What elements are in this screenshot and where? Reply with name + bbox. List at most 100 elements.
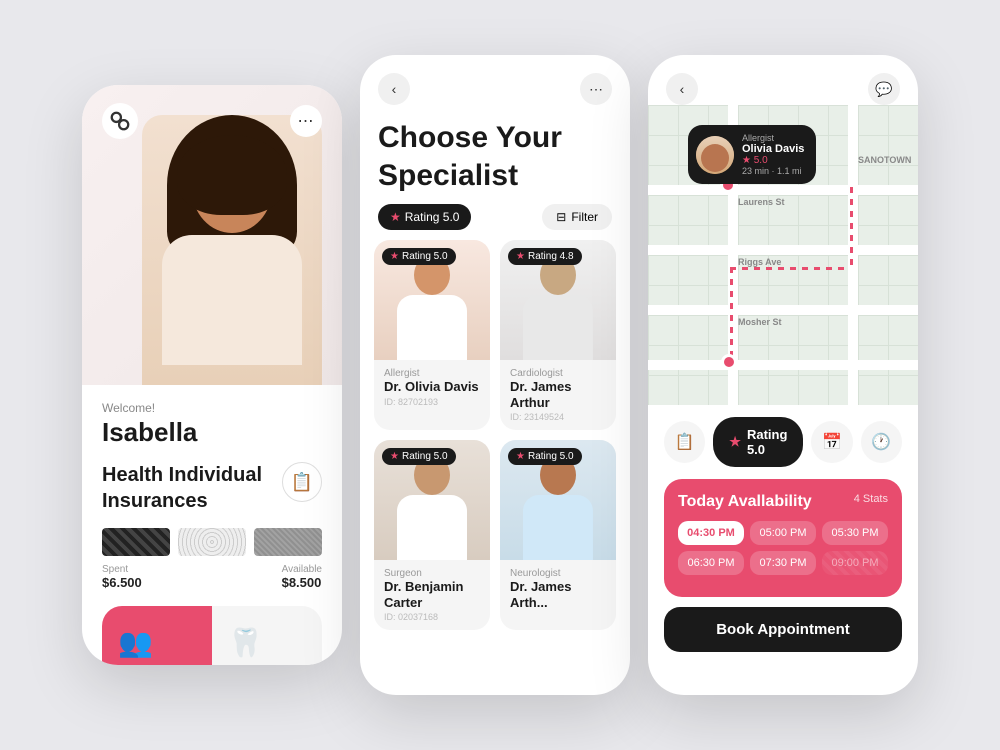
amounts-row: Spent $6.500 Available $8.500 <box>102 564 322 590</box>
filter-button[interactable]: ⊟ Filter <box>542 204 612 230</box>
route-line-v <box>850 187 853 267</box>
screen2-menu-button[interactable]: ⋯ <box>580 73 612 105</box>
logo-icon <box>102 103 138 139</box>
time-slot-6: 09:00 PM <box>822 551 888 575</box>
screen3-header: ‹ 💬 <box>648 55 918 105</box>
available-label: Available <box>282 564 322 575</box>
screen-3-phone: ‹ 💬 Laurens St Riggs Ave Mosher St SANOT… <box>648 55 918 695</box>
doctor-3-specialty: Surgeon <box>384 568 480 579</box>
welcome-label: Welcome! <box>102 401 322 415</box>
spent-value: $6.500 <box>102 575 142 590</box>
map-doctor-rating: ★ 5.0 <box>742 155 804 166</box>
star-icon: ★ <box>390 210 401 224</box>
dots-icon: ⋯ <box>589 81 603 98</box>
route-line-v2 <box>730 267 733 367</box>
tooth-icon: 🦷 <box>228 626 263 659</box>
map-doctor-time: 23 min · 1.1 mi <box>742 166 804 176</box>
insurance-progress-area: Spent $6.500 Available $8.500 👥 Family M… <box>82 514 342 665</box>
map-label-2: Riggs Ave <box>738 257 781 267</box>
bar-1 <box>102 528 170 556</box>
rating-badge-label: Rating 5.0 <box>405 210 460 224</box>
calendar-icon: 📅 <box>822 432 842 452</box>
screen2-back-button[interactable]: ‹ <box>378 73 410 105</box>
doctor-4-specialty: Neurologist <box>510 568 606 579</box>
screen1-content: Welcome! Isabella Health Individual Insu… <box>82 385 342 514</box>
time-slot-1[interactable]: 04:30 PM <box>678 521 744 545</box>
doctor-1-info: Allergist Dr. Olivia Davis ID: 82702193 <box>374 360 490 415</box>
calendar-action[interactable]: 📅 <box>811 421 852 463</box>
clipboard-icon-3: 📋 <box>675 432 695 452</box>
road-h2 <box>648 245 918 255</box>
doctor-2-specialty: Cardiologist <box>510 368 606 379</box>
user-name: Isabella <box>102 417 322 448</box>
screen-1-phone: ⋯ Welcome! Isabella Health Individual In… <box>82 85 342 665</box>
chat-icon: 💬 <box>875 81 892 98</box>
map-doctor-avatar <box>696 136 734 174</box>
map-doctor-info: Allergist Olivia Davis ★ 5.0 23 min · 1.… <box>742 133 804 176</box>
doctor-2-name: Dr. James Arthur <box>510 379 606 410</box>
category-cards: 👥 Family Medicine 🦷 Dental Medicine <box>102 606 322 665</box>
rating-pill-label: Rating 5.0 <box>747 427 787 457</box>
doctor-1-id: ID: 82702193 <box>384 397 480 407</box>
action-row: 📋 ★ Rating 5.0 📅 🕐 <box>664 417 902 467</box>
app-container: ⋯ Welcome! Isabella Health Individual In… <box>62 35 938 715</box>
doctor-card-1[interactable]: ★ Rating 5.0 Allergist Dr. Olivia Davis … <box>374 240 490 430</box>
time-slots-grid: 04:30 PM 05:00 PM 05:30 PM 06:30 PM 07:3… <box>678 521 888 575</box>
spent-label: Spent <box>102 564 142 575</box>
bar-2 <box>178 528 246 556</box>
screen2-title: Choose Your Specialist <box>378 119 612 194</box>
clipboard-button[interactable]: 📋 <box>282 462 322 502</box>
doctor-4-rating: ★ Rating 5.0 <box>508 448 582 465</box>
availability-title: Today Avallability <box>678 493 812 511</box>
doctor-1-name: Dr. Olivia Davis <box>384 379 480 395</box>
filter-row: ★ Rating 5.0 ⊟ Filter <box>360 204 630 240</box>
time-slot-3[interactable]: 05:30 PM <box>822 521 888 545</box>
dental-medicine-card[interactable]: 🦷 Dental Medicine <box>212 606 322 665</box>
doctor-2-rating: ★ Rating 4.8 <box>508 248 582 265</box>
clipboard-action[interactable]: 📋 <box>664 421 705 463</box>
doctor-1-rating: ★ Rating 5.0 <box>382 248 456 265</box>
clock-action[interactable]: 🕐 <box>861 421 902 463</box>
available-item: Available $8.500 <box>282 564 322 590</box>
clipboard-icon: 📋 <box>291 472 313 493</box>
doctor-3-rating: ★ Rating 5.0 <box>382 448 456 465</box>
screen1-header: ⋯ <box>102 103 322 139</box>
book-appointment-button[interactable]: Book Appointment <box>664 607 902 652</box>
spent-item: Spent $6.500 <box>102 564 142 590</box>
time-slot-2[interactable]: 05:00 PM <box>750 521 816 545</box>
bar-3 <box>254 528 322 556</box>
doctor-4-name: Dr. James Arth... <box>510 579 606 610</box>
route-line-h <box>730 267 850 270</box>
screen3-bottom: 📋 ★ Rating 5.0 📅 🕐 Today Avallability 4 … <box>648 405 918 664</box>
family-medicine-card[interactable]: 👥 Family Medicine <box>102 606 212 665</box>
time-slot-5[interactable]: 07:30 PM <box>750 551 816 575</box>
doctor-3-id: ID: 02037168 <box>384 612 480 622</box>
doctor-card-4[interactable]: ★ Rating 5.0 Neurologist Dr. James Arth.… <box>500 440 616 630</box>
road-h1 <box>648 185 918 195</box>
rating-badge: ★ Rating 5.0 <box>378 204 471 230</box>
back-icon: ‹ <box>392 81 397 97</box>
availability-stats: 4 Stats <box>854 493 888 511</box>
insurance-row: Health Individual Insurances 📋 <box>102 462 322 514</box>
map-view: Laurens St Riggs Ave Mosher St SANOTOWN … <box>648 105 918 405</box>
doctor-card-3[interactable]: ★ Rating 5.0 Surgeon Dr. Benjamin Carter… <box>374 440 490 630</box>
doctor-3-name: Dr. Benjamin Carter <box>384 579 480 610</box>
doctor-card-2[interactable]: ★ Rating 4.8 Cardiologist Dr. James Arth… <box>500 240 616 430</box>
map-pin-end <box>721 354 737 370</box>
time-slot-4[interactable]: 06:30 PM <box>678 551 744 575</box>
doctor-1-specialty: Allergist <box>384 368 480 379</box>
available-value: $8.500 <box>282 575 322 590</box>
availability-section: Today Avallability 4 Stats 04:30 PM 05:0… <box>664 479 902 597</box>
screen-2-phone: ‹ ⋯ Choose Your Specialist ★ Rating 5.0 … <box>360 55 630 695</box>
map-doctor-bubble: Allergist Olivia Davis ★ 5.0 23 min · 1.… <box>688 125 816 184</box>
menu-dots-button[interactable]: ⋯ <box>290 105 322 137</box>
chat-button[interactable]: 💬 <box>868 73 900 105</box>
map-label-3: Mosher St <box>738 317 782 327</box>
filter-icon: ⊟ <box>556 210 566 224</box>
doctors-grid: ★ Rating 5.0 Allergist Dr. Olivia Davis … <box>360 240 630 644</box>
map-label-1: Laurens St <box>738 197 785 207</box>
doctor-4-info: Neurologist Dr. James Arth... <box>500 560 616 620</box>
rating-pill: ★ Rating 5.0 <box>713 417 803 467</box>
clock-icon: 🕐 <box>871 432 891 452</box>
screen3-back-button[interactable]: ‹ <box>666 73 698 105</box>
